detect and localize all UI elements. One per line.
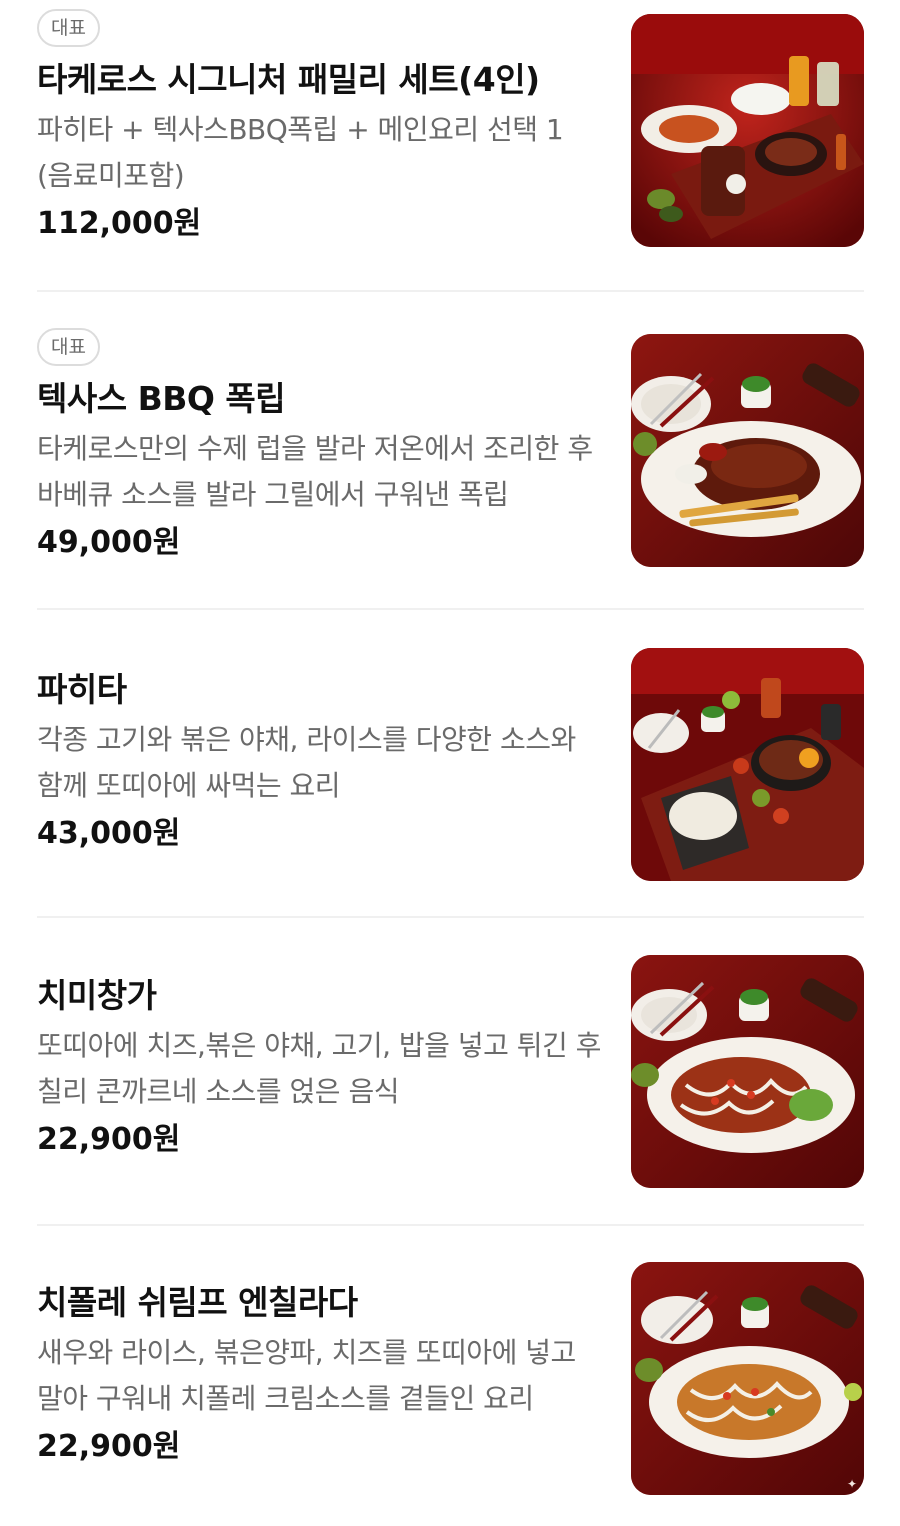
bbq-ribs-food-photo bbox=[631, 334, 864, 567]
menu-item-family-set[interactable]: 대표 타케로스 시그니처 패밀리 세트(4인) 파히타 + 텍사스BBQ폭립 +… bbox=[0, 0, 900, 290]
svg-text:✦: ✦ bbox=[847, 1477, 857, 1491]
menu-item-name: 치미창가 bbox=[37, 976, 157, 1015]
menu-item-price: 112,000원 bbox=[37, 206, 202, 241]
fajita-food-photo bbox=[631, 648, 864, 881]
menu-item-text: 파히타 각종 고기와 볶은 야채, 라이스를 다양한 소스와 함께 또띠아에 싸… bbox=[37, 667, 602, 857]
menu-item-text: 치미창가 또띠아에 치즈,볶은 야채, 고기, 밥을 넣고 튀긴 후 칠리 콘까… bbox=[37, 973, 602, 1163]
menu-item-shrimp-enchilada[interactable]: 치폴레 쉬림프 엔칠라다 새우와 라이스, 볶은양파, 치즈를 또띠아에 넣고 … bbox=[0, 1226, 900, 1526]
menu-item-description: 타케로스만의 수제 럽을 발라 저온에서 조리한 후 바베큐 소스를 발라 그릴… bbox=[37, 432, 593, 511]
menu-item-price: 49,000원 bbox=[37, 525, 181, 560]
signature-badge: 대표 bbox=[37, 9, 100, 47]
menu-item-name: 타케로스 시그니처 패밀리 세트(4인) bbox=[37, 60, 540, 99]
menu-item-name: 파히타 bbox=[37, 670, 127, 709]
signature-badge: 대표 bbox=[37, 328, 100, 366]
menu-item-text: 대표 타케로스 시그니처 패밀리 세트(4인) 파히타 + 텍사스BBQ폭립 +… bbox=[37, 9, 602, 247]
menu-item-text: 대표 텍사스 BBQ 폭립 타케로스만의 수제 럽을 발라 저온에서 조리한 후… bbox=[37, 328, 602, 566]
fajita-photo-graphic bbox=[631, 648, 864, 881]
menu-item-description: 각종 고기와 볶은 야채, 라이스를 다양한 소스와 함께 또띠아에 싸먹는 요… bbox=[37, 723, 576, 802]
menu-item-bbq-ribs[interactable]: 대표 텍사스 BBQ 폭립 타케로스만의 수제 럽을 발라 저온에서 조리한 후… bbox=[0, 292, 900, 608]
menu-item-price: 43,000원 bbox=[37, 816, 181, 851]
menu-item-fajita[interactable]: 파히타 각종 고기와 볶은 야채, 라이스를 다양한 소스와 함께 또띠아에 싸… bbox=[0, 610, 900, 916]
menu-item-chimichanga[interactable]: 치미창가 또띠아에 치즈,볶은 야채, 고기, 밥을 넣고 튀긴 후 칠리 콘까… bbox=[0, 918, 900, 1224]
bbq-ribs-photo-graphic bbox=[631, 334, 864, 567]
menu-item-name: 텍사스 BBQ 폭립 bbox=[37, 379, 286, 418]
menu-list: 대표 타케로스 시그니처 패밀리 세트(4인) 파히타 + 텍사스BBQ폭립 +… bbox=[0, 0, 900, 1526]
menu-item-price: 22,900원 bbox=[37, 1122, 181, 1157]
chimichanga-photo-graphic bbox=[631, 955, 864, 1188]
menu-item-text: 치폴레 쉬림프 엔칠라다 새우와 라이스, 볶은양파, 치즈를 또띠아에 넣고 … bbox=[37, 1280, 602, 1470]
shrimp-enchilada-food-photo: ✦ bbox=[631, 1262, 864, 1495]
shrimp-enchilada-photo-graphic: ✦ bbox=[631, 1262, 864, 1495]
menu-item-description: 새우와 라이스, 볶은양파, 치즈를 또띠아에 넣고 말아 구워내 치폴레 크림… bbox=[37, 1336, 576, 1415]
menu-item-name: 치폴레 쉬림프 엔칠라다 bbox=[37, 1283, 358, 1322]
family-set-food-photo bbox=[631, 14, 864, 247]
family-set-photo-graphic bbox=[631, 14, 864, 247]
chimichanga-food-photo bbox=[631, 955, 864, 1188]
menu-item-description: 파히타 + 텍사스BBQ폭립 + 메인요리 선택 1 (음료미포함) bbox=[37, 113, 564, 192]
menu-item-price: 22,900원 bbox=[37, 1429, 181, 1464]
menu-item-description: 또띠아에 치즈,볶은 야채, 고기, 밥을 넣고 튀긴 후 칠리 콘까르네 소스… bbox=[37, 1029, 601, 1108]
